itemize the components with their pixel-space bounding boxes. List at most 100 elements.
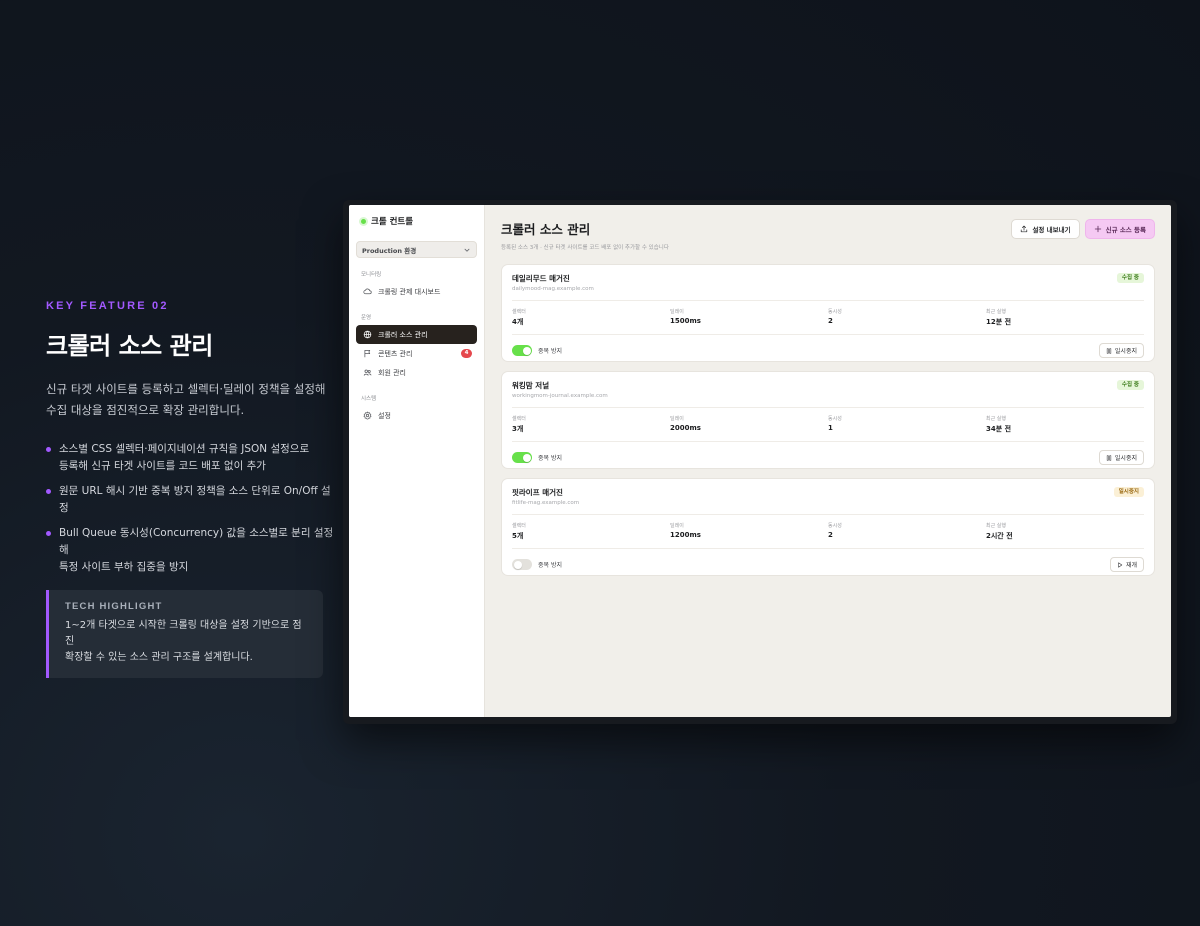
stat-value: 2	[828, 317, 833, 325]
source-card: 데일리무드 매거진 dailymood-mag.example.com 수집 중…	[501, 264, 1155, 362]
contents-count-badge: 4	[461, 349, 472, 358]
dedupe-setting: 중복 방지	[512, 452, 562, 463]
resume-button[interactable]: 재개	[1109, 557, 1144, 572]
section-label-operations: 운영	[361, 315, 372, 321]
stat-label: 동시성	[828, 523, 842, 529]
stat-last-run: 최근 실행 12분 전	[986, 308, 1144, 327]
stat-value: 5개	[512, 532, 524, 540]
source-domain: dailymood-mag.example.com	[512, 286, 594, 292]
source-identity: 핏라이프 매거진 fitlife-mag.example.com	[512, 487, 579, 506]
sidebar-item-dashboard[interactable]: 크롤링 관제 대시보드	[356, 282, 477, 301]
sidebar-item-label: 콘텐츠 관리	[378, 349, 413, 358]
stat-concurrency: 동시성 1	[828, 415, 986, 434]
feature-panel: KEY FEATURE 02 크롤러 소스 관리 신규 타겟 사이트를 등록하고…	[46, 300, 336, 678]
resume-label: 재개	[1125, 562, 1137, 569]
toggle-knob	[522, 453, 531, 462]
sidebar-item-members[interactable]: 회원 관리	[356, 363, 477, 382]
stat-label: 딜레이	[670, 416, 684, 422]
stat-value: 4개	[512, 318, 524, 326]
pause-button[interactable]: 일시중지	[1098, 450, 1144, 465]
brand-name: 크롤 컨트롤	[371, 217, 414, 227]
source-stats: 셀렉터 3개 딜레이 2000ms 동시성 1 최근 실행 34분 전	[512, 407, 1144, 442]
feature-kicker: KEY FEATURE 02	[46, 300, 169, 312]
add-source-button[interactable]: 신규 소스 등록	[1084, 219, 1155, 239]
dedupe-setting: 중복 방지	[512, 559, 562, 570]
gear-icon	[363, 411, 372, 420]
stat-delay: 딜레이 1200ms	[670, 522, 828, 541]
highlight-line: 1~2개 타겟으로 시작한 크롤링 대상을 설정 기반으로 점진	[65, 620, 302, 647]
source-name: 워킹맘 저널	[512, 381, 550, 390]
pause-icon	[1106, 454, 1112, 461]
page-heading: 크롤러 소스 관리 등록된 소스 3개 · 신규 타겟 사이트를 코드 배포 없…	[501, 219, 669, 251]
highlight-line: 확장할 수 있는 소스 관리 구조를 설계합니다.	[65, 652, 253, 663]
stat-label: 셀렉터	[512, 309, 526, 315]
bullet-text: 소스별 CSS 셀렉터·페이지네이션 규칙을 JSON 설정으로	[59, 443, 310, 455]
highlight-title: TECH HIGHLIGHT	[65, 601, 163, 612]
dedupe-toggle[interactable]	[512, 345, 532, 356]
sidebar-item-sources[interactable]: 크롤러 소스 관리	[356, 325, 477, 344]
source-identity: 워킹맘 저널 workingmom-journal.example.com	[512, 380, 608, 399]
export-settings-label: 설정 내보내기	[1032, 226, 1071, 234]
source-stats: 셀렉터 5개 딜레이 1200ms 동시성 2 최근 실행 2시간 전	[512, 514, 1144, 549]
sidebar-item-label: 크롤러 소스 관리	[378, 330, 428, 339]
header-actions: 설정 내보내기 신규 소스 등록	[1011, 219, 1155, 239]
brand: 크롤 컨트롤	[356, 215, 477, 227]
app-screen: 크롤 컨트롤 Production 환경 모니터링 크롤링 관제 대시보드 운영…	[349, 205, 1171, 717]
sidebar: 크롤 컨트롤 Production 환경 모니터링 크롤링 관제 대시보드 운영…	[349, 205, 485, 717]
stat-label: 최근 실행	[986, 416, 1006, 422]
stat-value: 3개	[512, 425, 524, 433]
pause-button[interactable]: 일시중지	[1098, 343, 1144, 358]
source-name: 핏라이프 매거진	[512, 488, 563, 497]
bullet-text: 원문 URL 해시 기반 중복 방지 정책을 소스 단위로 On/Off 설정	[59, 485, 331, 514]
feature-bullet: 원문 URL 해시 기반 중복 방지 정책을 소스 단위로 On/Off 설정	[46, 483, 336, 517]
export-settings-button[interactable]: 설정 내보내기	[1011, 219, 1080, 239]
stat-last-run: 최근 실행 2시간 전	[986, 522, 1144, 541]
source-card-header: 데일리무드 매거진 dailymood-mag.example.com 수집 중	[512, 273, 1144, 292]
dedupe-setting: 중복 방지	[512, 345, 562, 356]
feature-description: 신규 타겟 사이트를 등록하고 셀렉터·딜레이 정책을 설정해 수집 대상을 점…	[46, 379, 336, 421]
feature-bullet: 소스별 CSS 셀렉터·페이지네이션 규칙을 JSON 설정으로 등록해 신규 …	[46, 441, 336, 475]
stat-selectors: 셀렉터 5개	[512, 522, 670, 541]
source-card: 워킹맘 저널 workingmom-journal.example.com 수집…	[501, 371, 1155, 469]
source-card-footer: 중복 방지 일시중지	[512, 335, 1144, 366]
page-header: 크롤러 소스 관리 등록된 소스 3개 · 신규 타겟 사이트를 코드 배포 없…	[501, 219, 1155, 251]
stat-label: 딜레이	[670, 309, 684, 315]
feature-description-line: 신규 타겟 사이트를 등록하고 셀렉터·딜레이 정책을 설정해	[46, 382, 326, 396]
toggle-knob	[513, 560, 522, 569]
main-content: 크롤러 소스 관리 등록된 소스 3개 · 신규 타겟 사이트를 코드 배포 없…	[485, 205, 1171, 717]
stat-label: 동시성	[828, 309, 842, 315]
page-title: 크롤러 소스 관리	[501, 222, 591, 237]
add-source-label: 신규 소스 등록	[1105, 226, 1146, 234]
feature-description-line: 수집 대상을 점진적으로 확장 관리합니다.	[46, 403, 245, 417]
stat-value: 1	[828, 424, 833, 432]
environment-select[interactable]: Production 환경	[356, 241, 477, 258]
globe-icon	[363, 330, 372, 339]
page-subtitle: 등록된 소스 3개 · 신규 타겟 사이트를 코드 배포 없이 추가할 수 있습…	[501, 245, 669, 251]
stat-selectors: 셀렉터 4개	[512, 308, 670, 327]
stat-value: 2	[828, 531, 833, 539]
stat-concurrency: 동시성 2	[828, 522, 986, 541]
chevron-down-icon	[464, 248, 470, 252]
feature-bullets: 소스별 CSS 셀렉터·페이지네이션 규칙을 JSON 설정으로 등록해 신규 …	[46, 441, 336, 576]
pause-label: 일시중지	[1114, 348, 1137, 355]
sidebar-item-contents[interactable]: 콘텐츠 관리 4	[356, 344, 477, 363]
users-icon	[363, 369, 372, 376]
cloud-icon	[363, 288, 372, 295]
pause-label: 일시중지	[1114, 455, 1137, 462]
stat-value: 2000ms	[670, 424, 701, 432]
dedupe-toggle[interactable]	[512, 559, 532, 570]
status-badge: 수집 중	[1116, 380, 1144, 390]
section-label-monitoring: 모니터링	[361, 272, 382, 278]
feature-bullet: Bull Queue 동시성(Concurrency) 값을 소스별로 분리 설…	[46, 525, 336, 576]
highlight-body: 1~2개 타겟으로 시작한 크롤링 대상을 설정 기반으로 점진 확장할 수 있…	[65, 618, 309, 666]
stat-delay: 딜레이 1500ms	[670, 308, 828, 327]
source-card: 핏라이프 매거진 fitlife-mag.example.com 일시중지 셀렉…	[501, 478, 1155, 576]
pause-icon	[1106, 347, 1112, 354]
source-domain: workingmom-journal.example.com	[512, 393, 608, 399]
dedupe-toggle[interactable]	[512, 452, 532, 463]
source-card-footer: 중복 방지 재개	[512, 549, 1144, 580]
dedupe-label: 중복 방지	[538, 455, 562, 462]
sidebar-item-settings[interactable]: 설정	[356, 406, 477, 425]
stat-label: 셀렉터	[512, 523, 526, 529]
stat-value: 1500ms	[670, 317, 701, 325]
